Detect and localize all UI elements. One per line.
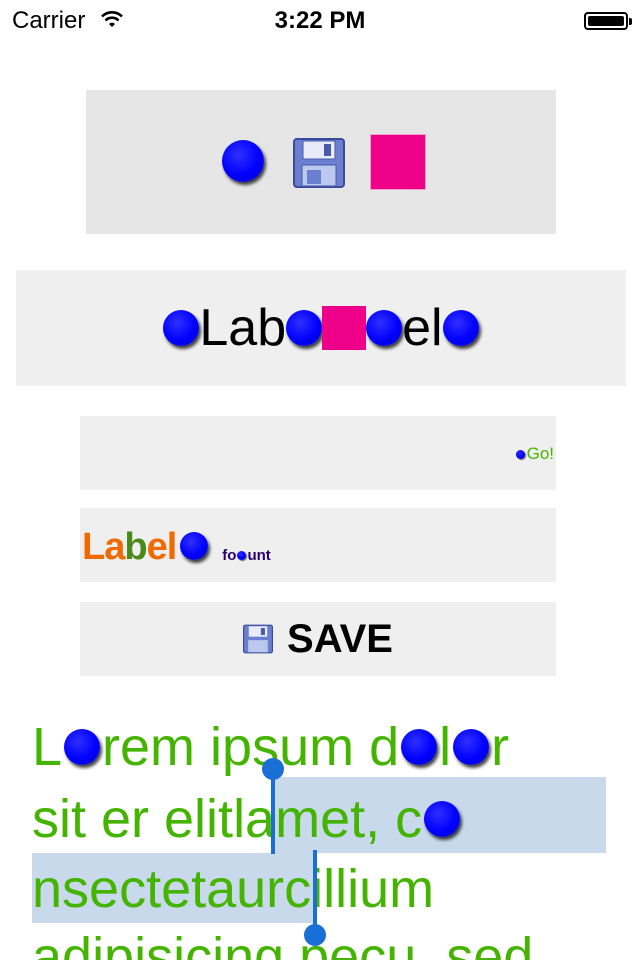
text-segment: lamet, c — [233, 789, 423, 849]
save-button-label: SAVE — [287, 616, 393, 661]
blue-ball-icon — [515, 449, 525, 459]
text-line: sit er elit lamet, c — [32, 792, 462, 846]
blue-ball-icon — [237, 551, 247, 560]
floppy-disk-icon — [293, 138, 345, 188]
label-text-part: el — [402, 299, 443, 357]
text-segment: rem ipsum d — [102, 717, 400, 777]
blue-ball-icon — [163, 310, 200, 346]
blue-ball-icon — [453, 729, 490, 765]
blue-ball-icon — [424, 801, 461, 837]
attributed-char: e — [146, 526, 168, 568]
save-button[interactable]: SAVE — [80, 602, 556, 676]
blue-ball-icon — [366, 310, 403, 346]
text-segment: cillium — [284, 859, 435, 919]
clock: 3:22 PM — [274, 7, 366, 34]
blue-ball-icon — [442, 310, 479, 346]
go-row: Go! — [80, 416, 556, 490]
selection-end-knob[interactable] — [304, 924, 326, 946]
pink-square-icon — [370, 134, 426, 190]
image-view-row — [86, 90, 556, 234]
selection-start-knob[interactable] — [262, 758, 284, 780]
blue-ball-icon — [222, 140, 264, 182]
text-segment: r — [491, 717, 510, 777]
attributed-char: a — [104, 526, 125, 568]
attributed-small-text: fo unt — [222, 547, 271, 564]
text-segment: l — [439, 717, 452, 777]
attributed-char: b — [124, 526, 147, 568]
go-link[interactable]: Go! — [515, 444, 554, 464]
go-label: Go! — [526, 444, 554, 463]
small-text-part: fo — [222, 547, 237, 564]
label-text-part: Lab — [199, 299, 287, 357]
text-segment: nsectetaur — [32, 859, 285, 919]
floppy-disk-icon — [243, 624, 274, 654]
attributed-char: l — [166, 526, 178, 568]
blue-ball-icon — [286, 310, 323, 346]
text-segment: adipisicing pecu, sed — [32, 927, 534, 960]
text-segment: sit er elit — [32, 789, 234, 849]
blue-ball-icon — [401, 729, 438, 765]
battery-icon — [584, 12, 632, 30]
text-line: nsectetaur cillium — [32, 862, 434, 916]
text-line: adipisicing pecu, sed — [32, 930, 533, 960]
label-with-images: Lab el — [16, 270, 626, 386]
attributed-label-row: Label fo unt — [80, 508, 556, 582]
blue-ball-icon — [64, 729, 101, 765]
attributed-big-text: Label — [82, 526, 178, 568]
text-view[interactable]: L rem ipsum d l r sit er elit lamet, c n… — [0, 700, 640, 960]
blue-ball-icon — [180, 532, 209, 560]
selection-start-handle[interactable] — [271, 770, 275, 854]
attributed-char: L — [82, 526, 105, 568]
text-segment: L — [32, 717, 63, 777]
selection-end-handle[interactable] — [313, 850, 317, 930]
status-bar: Carrier 3:22 PM — [0, 0, 640, 40]
pink-square-icon — [322, 306, 367, 350]
small-text-part: unt — [247, 547, 271, 564]
